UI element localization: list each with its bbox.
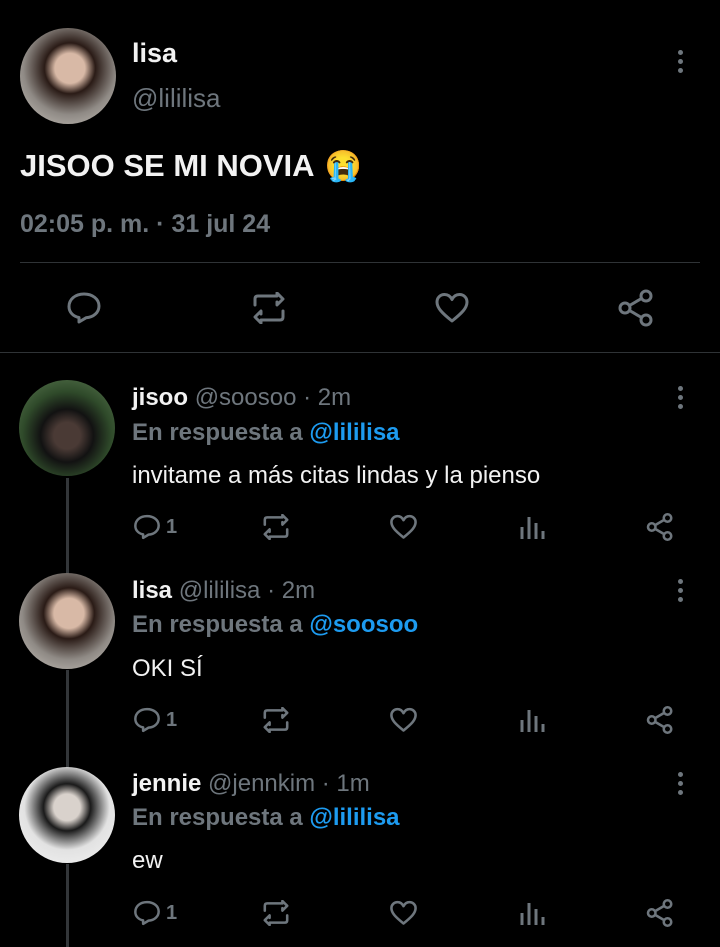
share-icon: [646, 898, 673, 928]
thread-connector-line: [66, 670, 69, 768]
main-author-name[interactable]: lisa: [132, 38, 177, 69]
share-icon: [618, 289, 653, 327]
reply-like-button[interactable]: [389, 707, 418, 733]
reply-text: OKI SÍ: [132, 655, 203, 682]
reply-icon: [67, 292, 101, 324]
main-like-button[interactable]: [434, 292, 470, 324]
replying-to-mention[interactable]: @lililisa: [309, 419, 399, 446]
reply-author-name[interactable]: jennie: [132, 770, 201, 797]
reply-icon: [134, 900, 160, 926]
reply-header: jisoo @soosoo · 2m: [132, 384, 351, 412]
crying-emoji-icon: 😭: [324, 149, 362, 183]
reply-author-meta[interactable]: @lililisa · 2m: [179, 577, 315, 604]
main-share-button[interactable]: [616, 288, 656, 328]
replying-to-line: En respuesta a @soosoo: [132, 611, 418, 639]
share-icon: [646, 705, 673, 735]
replying-to-label: En respuesta a: [132, 804, 303, 831]
replying-to-mention[interactable]: @soosoo: [309, 611, 418, 638]
reply-analytics-button[interactable]: [519, 900, 545, 926]
thread-connector-line: [66, 864, 69, 947]
reply-header: jennie @jennkim · 1m: [132, 770, 370, 798]
like-icon: [390, 900, 417, 925]
like-icon: [390, 707, 417, 732]
like-icon: [390, 514, 417, 539]
main-divider-top: [20, 262, 700, 263]
reply-header: lisa @lililisa · 2m: [132, 577, 315, 605]
reply-like-button[interactable]: [389, 514, 418, 540]
reply-like-button[interactable]: [389, 900, 418, 926]
reply-text: ew: [132, 847, 163, 874]
retweet-icon: [263, 707, 289, 733]
replying-to-line: En respuesta a @lililisa: [132, 419, 400, 447]
reply-more-options-icon[interactable]: [677, 386, 683, 409]
reply-author-meta[interactable]: @soosoo · 2m: [195, 384, 351, 411]
analytics-icon: [520, 517, 545, 539]
reply-reply-button[interactable]: 1: [133, 706, 177, 734]
reply-retweet-button[interactable]: [260, 514, 292, 540]
replying-to-mention[interactable]: @lililisa: [309, 804, 399, 831]
main-divider-bottom: [0, 352, 720, 353]
reply-retweet-button[interactable]: [260, 900, 292, 926]
retweet-icon: [263, 514, 289, 540]
reply-more-options-icon[interactable]: [677, 772, 683, 795]
reply-more-options-icon[interactable]: [677, 579, 683, 602]
analytics-icon: [520, 903, 545, 925]
analytics-icon: [520, 710, 545, 732]
main-more-options-icon[interactable]: [677, 50, 683, 73]
reply-count: 1: [166, 515, 178, 538]
reply-retweet-button[interactable]: [260, 707, 292, 733]
reply-share-button[interactable]: [645, 705, 675, 735]
share-icon: [646, 512, 673, 542]
reply-text: invitame a más citas lindas y la pienso: [132, 462, 541, 489]
reply-analytics-button[interactable]: [519, 707, 545, 733]
reply-avatar[interactable]: [19, 767, 115, 863]
reply-author-name[interactable]: jisoo: [132, 384, 188, 411]
replying-to-label: En respuesta a: [132, 611, 303, 638]
reply-count: 1: [166, 708, 178, 731]
like-icon: [435, 293, 469, 323]
reply-share-button[interactable]: [645, 512, 675, 542]
main-tweet-text: JISOO SE MI NOVIA 😭: [20, 148, 362, 184]
reply-avatar[interactable]: [19, 573, 115, 669]
main-author-avatar[interactable]: [20, 28, 116, 124]
main-author-handle[interactable]: @lililisa: [132, 83, 221, 114]
replying-to-label: En respuesta a: [132, 419, 303, 446]
reply-icon: [134, 707, 160, 733]
reply-count: 1: [166, 901, 178, 924]
reply-share-button[interactable]: [645, 898, 675, 928]
reply-author-name[interactable]: lisa: [132, 577, 172, 604]
replying-to-line: En respuesta a @lililisa: [132, 804, 400, 832]
reply-author-meta[interactable]: @jennkim · 1m: [208, 770, 370, 797]
thread-connector-line: [66, 478, 69, 574]
reply-reply-button[interactable]: 1: [133, 513, 177, 541]
reply-reply-button[interactable]: 1: [133, 899, 177, 927]
reply-avatar[interactable]: [19, 380, 115, 476]
reply-icon: [134, 514, 160, 540]
reply-analytics-button[interactable]: [519, 514, 545, 540]
retweet-icon: [253, 292, 285, 324]
main-retweet-button[interactable]: [249, 292, 289, 324]
main-reply-button[interactable]: [66, 291, 102, 325]
tweet-timestamp[interactable]: 02:05 p. m. · 31 jul 24: [20, 210, 270, 239]
tweet-text-content: JISOO SE MI NOVIA: [20, 148, 315, 183]
retweet-icon: [263, 900, 289, 926]
